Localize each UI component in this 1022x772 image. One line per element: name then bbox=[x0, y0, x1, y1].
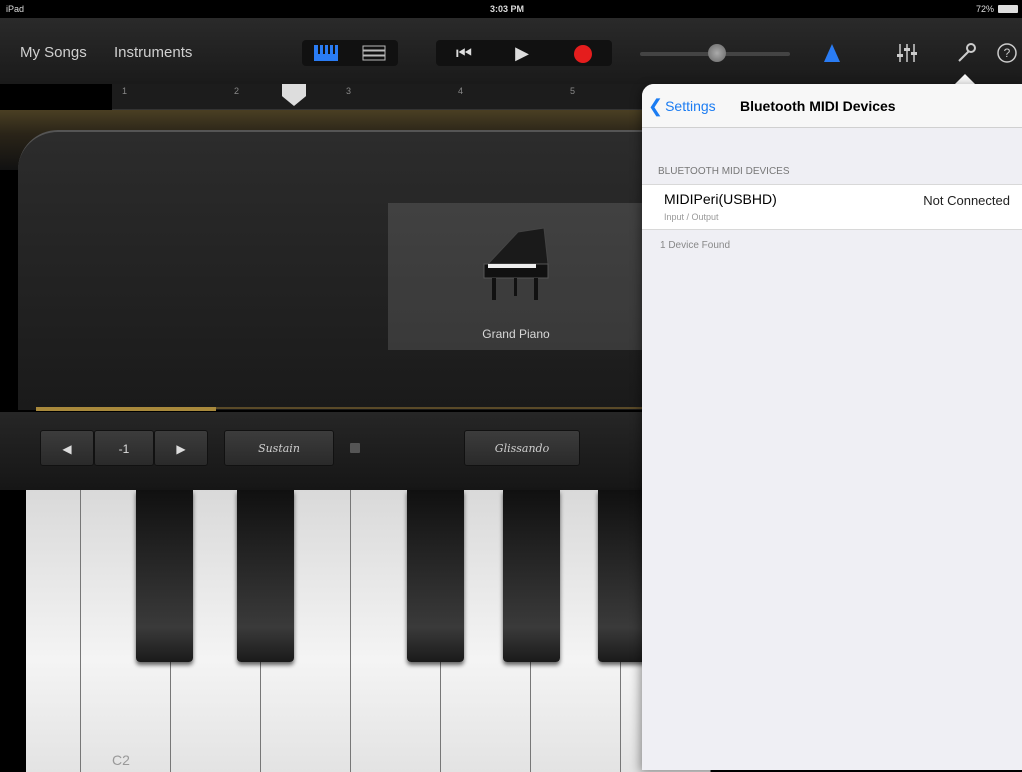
toolbar: My Songs Instruments ⏮ ▶ ? bbox=[0, 18, 1022, 84]
help-icon[interactable]: ? bbox=[996, 42, 1018, 64]
bar-number: 1 bbox=[122, 86, 128, 96]
wrench-icon[interactable] bbox=[956, 42, 976, 64]
play-icon[interactable]: ▶ bbox=[500, 40, 544, 66]
battery-percent: 72% bbox=[975, 4, 994, 14]
octave-down-button[interactable]: ◀ bbox=[40, 430, 94, 466]
back-button[interactable]: ❮ Settings bbox=[648, 96, 716, 117]
popover-title: Bluetooth MIDI Devices bbox=[740, 98, 896, 114]
popover-arrow bbox=[955, 74, 975, 84]
rewind-icon[interactable]: ⏮ bbox=[442, 40, 486, 66]
instruments-button[interactable]: Instruments bbox=[114, 44, 192, 61]
black-key[interactable] bbox=[237, 490, 294, 662]
devices-found-label: 1 Device Found bbox=[660, 240, 731, 251]
black-key[interactable] bbox=[503, 490, 560, 662]
my-songs-button[interactable]: My Songs bbox=[20, 44, 87, 61]
bar-number: 5 bbox=[570, 86, 576, 96]
mixer-icon[interactable] bbox=[896, 42, 918, 64]
piano-icon bbox=[483, 227, 549, 300]
octave-value: -1 bbox=[94, 430, 154, 466]
popover-nav-bar: ❮ Settings Bluetooth MIDI Devices bbox=[642, 84, 1022, 128]
svg-text:?: ? bbox=[1004, 46, 1011, 60]
metronome-icon[interactable] bbox=[824, 44, 840, 62]
record-icon[interactable] bbox=[574, 45, 592, 63]
sustain-button[interactable]: Sustain bbox=[224, 430, 334, 466]
white-key[interactable] bbox=[26, 490, 81, 772]
bar-number: 3 bbox=[346, 86, 352, 96]
note-label: C2 bbox=[112, 752, 130, 768]
device-type: Input / Output bbox=[664, 212, 719, 222]
view-switcher bbox=[302, 40, 398, 66]
instrument-name: Grand Piano bbox=[482, 327, 550, 341]
chevron-left-icon: ❮ bbox=[648, 96, 664, 116]
bar-number: 2 bbox=[234, 86, 240, 96]
glissando-button[interactable]: Glissando bbox=[464, 430, 580, 466]
status-bar: iPad 3:03 PM 72% bbox=[0, 0, 1022, 18]
keyboard-view-icon[interactable] bbox=[314, 45, 338, 61]
device-name: iPad bbox=[6, 4, 25, 14]
tracks-view-icon[interactable] bbox=[362, 45, 386, 61]
settings-popover: ❮ Settings Bluetooth MIDI Devices BLUETOO… bbox=[642, 84, 1022, 770]
clock: 3:03 PM bbox=[490, 4, 525, 14]
volume-knob[interactable] bbox=[708, 44, 726, 62]
bar-number: 4 bbox=[458, 86, 464, 96]
connection-status: Not Connected bbox=[923, 193, 1010, 208]
gold-trim bbox=[36, 407, 216, 411]
octave-up-button[interactable]: ▶ bbox=[154, 430, 208, 466]
black-key[interactable] bbox=[407, 490, 464, 662]
device-row[interactable]: MIDIPeri(USBHD) Input / Output Not Conne… bbox=[642, 184, 1022, 230]
lock-icon[interactable] bbox=[350, 443, 360, 453]
section-header: BLUETOOTH MIDI DEVICES bbox=[658, 166, 790, 177]
device-name: MIDIPeri(USBHD) bbox=[664, 191, 777, 207]
black-key[interactable] bbox=[136, 490, 193, 662]
back-label: Settings bbox=[665, 98, 716, 114]
battery-icon bbox=[998, 5, 1018, 13]
